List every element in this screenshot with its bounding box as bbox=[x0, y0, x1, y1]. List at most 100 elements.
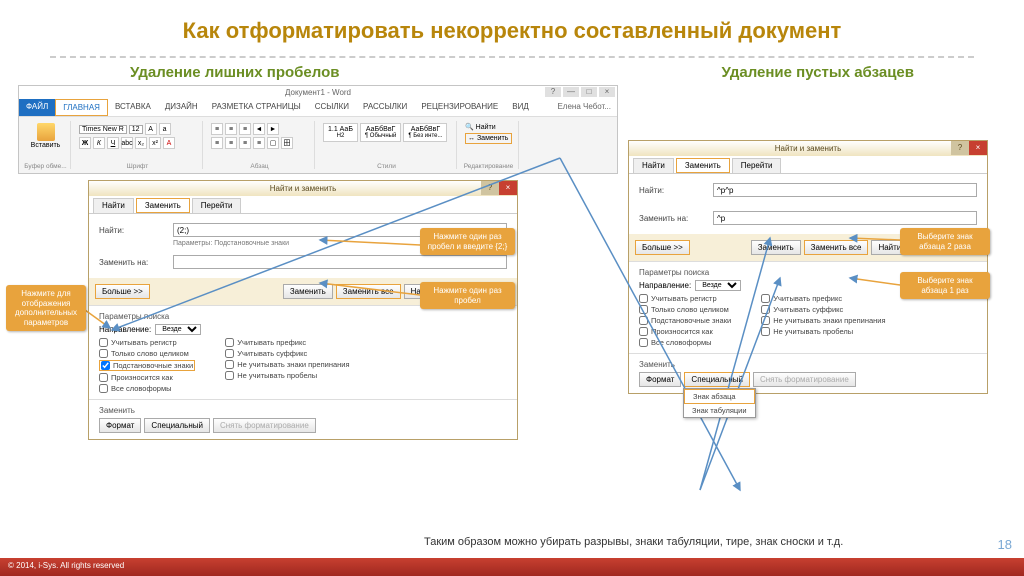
chk-spaces[interactable]: Не учитывать пробелы bbox=[761, 327, 885, 336]
paste-button[interactable]: Вставить bbox=[27, 123, 64, 149]
tab-layout[interactable]: РАЗМЕТКА СТРАНИЦЫ bbox=[205, 99, 308, 116]
tab-design[interactable]: ДИЗАЙН bbox=[158, 99, 205, 116]
replace-button[interactable]: ↔ Заменить bbox=[465, 133, 512, 144]
replace-all-button[interactable]: Заменить все bbox=[336, 284, 401, 299]
shading-icon[interactable]: ▢ bbox=[267, 137, 279, 149]
chk-sounds[interactable]: Произносится как bbox=[99, 373, 195, 382]
strike-icon[interactable]: abc bbox=[121, 137, 133, 149]
sub-icon[interactable]: x₂ bbox=[135, 137, 147, 149]
align-left-icon[interactable]: ≡ bbox=[211, 137, 223, 149]
group-clipboard: Буфер обме... bbox=[21, 163, 70, 170]
style-nointerval[interactable]: АаБбВвГ¶ Без инте... bbox=[403, 123, 447, 142]
chk-forms[interactable]: Все словоформы bbox=[99, 384, 195, 393]
font-color-icon[interactable]: A bbox=[163, 137, 175, 149]
window-titlebar: Документ1 - Word ? — □ × bbox=[19, 86, 617, 99]
chk-suffix[interactable]: Учитывать суффикс bbox=[761, 305, 885, 314]
find-button[interactable]: 🔍 Найти bbox=[465, 123, 512, 131]
borders-icon[interactable]: 田 bbox=[281, 137, 293, 149]
chk-suffix[interactable]: Учитывать суффикс bbox=[225, 349, 349, 358]
more-button[interactable]: Больше >> bbox=[95, 284, 150, 299]
dialog-help-icon[interactable]: ? bbox=[481, 181, 499, 195]
direction-select[interactable]: Везде bbox=[695, 280, 741, 291]
style-normal[interactable]: АаБбВвГ¶ Обычный bbox=[360, 123, 401, 142]
chk-prefix[interactable]: Учитывать префикс bbox=[225, 338, 349, 347]
callout-find-right: Выберите знак абзаца 2 раза bbox=[900, 228, 990, 255]
chk-case[interactable]: Учитывать регистр bbox=[99, 338, 195, 347]
font-name-select[interactable]: Times New R bbox=[79, 125, 127, 134]
dialog-tab-find[interactable]: Найти bbox=[93, 198, 134, 213]
dialog-close-icon[interactable]: × bbox=[499, 181, 517, 195]
user-name[interactable]: Елена Чебот... bbox=[551, 99, 617, 116]
replace-one-button[interactable]: Заменить bbox=[283, 284, 333, 299]
dialog-tab-goto[interactable]: Перейти bbox=[192, 198, 242, 213]
replace-label: Заменить на: bbox=[639, 214, 709, 223]
minimize-icon[interactable]: — bbox=[563, 87, 579, 97]
callout-replace-left: Нажмите один раз пробел bbox=[420, 282, 515, 309]
dialog-tab-goto[interactable]: Перейти bbox=[732, 158, 782, 173]
replace-input[interactable] bbox=[173, 255, 507, 269]
help-icon[interactable]: ? bbox=[545, 87, 561, 97]
sup-icon[interactable]: x² bbox=[149, 137, 161, 149]
replace-label: Заменить на: bbox=[99, 258, 169, 267]
replace-input[interactable] bbox=[713, 211, 977, 225]
chk-whole[interactable]: Только слово целиком bbox=[639, 305, 731, 314]
align-right-icon[interactable]: ≡ bbox=[239, 137, 251, 149]
format-button[interactable]: Формат bbox=[99, 418, 141, 433]
multilevel-icon[interactable]: ≡ bbox=[239, 123, 251, 135]
replace-one-button[interactable]: Заменить bbox=[751, 240, 801, 255]
document-title: Документ1 - Word bbox=[285, 88, 351, 97]
tab-mailings[interactable]: РАССЫЛКИ bbox=[356, 99, 414, 116]
special-button[interactable]: Специальный bbox=[144, 418, 210, 433]
chk-punct[interactable]: Не учитывать знаки препинания bbox=[225, 360, 349, 369]
dialog-help-icon[interactable]: ? bbox=[951, 141, 969, 155]
tab-insert[interactable]: ВСТАВКА bbox=[108, 99, 158, 116]
group-styles: Стили bbox=[317, 163, 456, 170]
chk-sounds[interactable]: Произносится как bbox=[639, 327, 731, 336]
close-icon[interactable]: × bbox=[599, 87, 615, 97]
shrink-font-icon[interactable]: a bbox=[159, 123, 171, 135]
dialog-tab-find[interactable]: Найти bbox=[633, 158, 674, 173]
find-replace-dialog-left: Найти и заменить ?× Найти Заменить Перей… bbox=[88, 180, 518, 440]
special-para-item[interactable]: Знак абзаца bbox=[684, 389, 755, 404]
font-size-select[interactable]: 12 bbox=[129, 125, 143, 134]
divider bbox=[50, 56, 974, 58]
dialog-tab-replace[interactable]: Заменить bbox=[136, 198, 190, 213]
chk-whole[interactable]: Только слово целиком bbox=[99, 349, 195, 358]
bullets-icon[interactable]: ≡ bbox=[211, 123, 223, 135]
dialog-close-icon[interactable]: × bbox=[969, 141, 987, 155]
dialog-tab-replace[interactable]: Заменить bbox=[676, 158, 730, 173]
justify-icon[interactable]: ≡ bbox=[253, 137, 265, 149]
tab-review[interactable]: РЕЦЕНЗИРОВАНИЕ bbox=[414, 99, 505, 116]
chk-spaces[interactable]: Не учитывать пробелы bbox=[225, 371, 349, 380]
tab-file[interactable]: ФАЙЛ bbox=[19, 99, 55, 116]
format-button[interactable]: Формат bbox=[639, 372, 681, 387]
bold-icon[interactable]: Ж bbox=[79, 137, 91, 149]
indent-dec-icon[interactable]: ◄ bbox=[253, 123, 265, 135]
tab-references[interactable]: ССЫЛКИ bbox=[308, 99, 356, 116]
special-button[interactable]: Специальный bbox=[684, 372, 750, 387]
page-title: Как отформатировать некорректно составле… bbox=[0, 0, 1024, 52]
underline-icon[interactable]: Ч bbox=[107, 137, 119, 149]
chk-wildcards[interactable]: Подстановочные знаки bbox=[99, 360, 195, 371]
tab-home[interactable]: ГЛАВНАЯ bbox=[55, 99, 108, 116]
numbering-icon[interactable]: ≡ bbox=[225, 123, 237, 135]
align-center-icon[interactable]: ≡ bbox=[225, 137, 237, 149]
italic-icon[interactable]: К bbox=[93, 137, 105, 149]
find-input[interactable] bbox=[713, 183, 977, 197]
more-button[interactable]: Больше >> bbox=[635, 240, 690, 255]
chk-wildcards[interactable]: Подстановочные знаки bbox=[639, 316, 731, 325]
maximize-icon[interactable]: □ bbox=[581, 87, 597, 97]
replace-all-button[interactable]: Заменить все bbox=[804, 240, 869, 255]
chk-case[interactable]: Учитывать регистр bbox=[639, 294, 731, 303]
chk-prefix[interactable]: Учитывать префикс bbox=[761, 294, 885, 303]
special-tab-item[interactable]: Знак табуляции bbox=[684, 404, 755, 417]
direction-label: Направление: bbox=[639, 281, 691, 290]
style-h2[interactable]: 1.1 АаБН2 bbox=[323, 123, 358, 142]
tab-view[interactable]: ВИД bbox=[505, 99, 536, 116]
dialog-titlebar: Найти и заменить ?× bbox=[89, 181, 517, 196]
chk-punct[interactable]: Не учитывать знаки препинания bbox=[761, 316, 885, 325]
direction-select[interactable]: Везде bbox=[155, 324, 201, 335]
grow-font-icon[interactable]: A bbox=[145, 123, 157, 135]
chk-forms[interactable]: Все словоформы bbox=[639, 338, 731, 347]
indent-inc-icon[interactable]: ► bbox=[267, 123, 279, 135]
